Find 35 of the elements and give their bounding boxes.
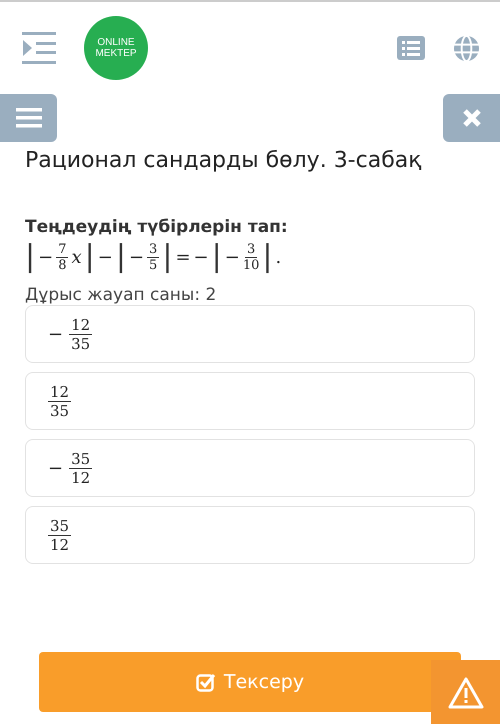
denominator: 5	[149, 258, 158, 272]
numerator: 3	[147, 242, 160, 258]
math-symbol: −	[128, 246, 144, 268]
math-symbol: −	[98, 246, 113, 268]
close-button[interactable]	[443, 94, 500, 142]
report-button[interactable]	[431, 660, 500, 724]
menu-icon	[16, 108, 42, 128]
list-icon[interactable]	[397, 36, 425, 60]
numerator: 7	[56, 242, 68, 258]
question-prompt: Теңдеудің түбірлерін тап:	[25, 217, 289, 237]
answer-count: Дұрыс жауап саны: 2	[25, 285, 218, 305]
math-symbol: −	[194, 246, 209, 268]
checkbox-icon	[196, 672, 216, 692]
menu-icon[interactable]	[22, 32, 56, 64]
math-symbol: −	[38, 246, 54, 268]
answer-option[interactable]: 35 12	[25, 506, 475, 564]
lesson-title: Рационал сандарды бөлу. 3-сабақ	[25, 148, 423, 173]
denominator: 10	[242, 258, 260, 272]
math-symbol: |	[116, 239, 126, 275]
math-symbol: |	[25, 239, 36, 275]
menu-button[interactable]	[0, 94, 57, 142]
math-symbol: −	[224, 246, 240, 268]
warning-icon	[448, 677, 484, 709]
math-symbol: =	[175, 246, 191, 268]
numerator: 3	[244, 242, 258, 258]
answer-option[interactable]: 12 35	[25, 372, 475, 430]
math-symbol: |	[212, 239, 222, 275]
math-symbol: |	[262, 239, 272, 275]
denominator: 8	[58, 258, 66, 272]
close-icon	[462, 108, 482, 128]
math-symbol: |	[84, 239, 95, 275]
globe-icon[interactable]	[453, 34, 480, 62]
math-variable: x	[71, 246, 82, 268]
math-symbol: |	[162, 239, 172, 275]
math-symbol: .	[275, 246, 282, 268]
